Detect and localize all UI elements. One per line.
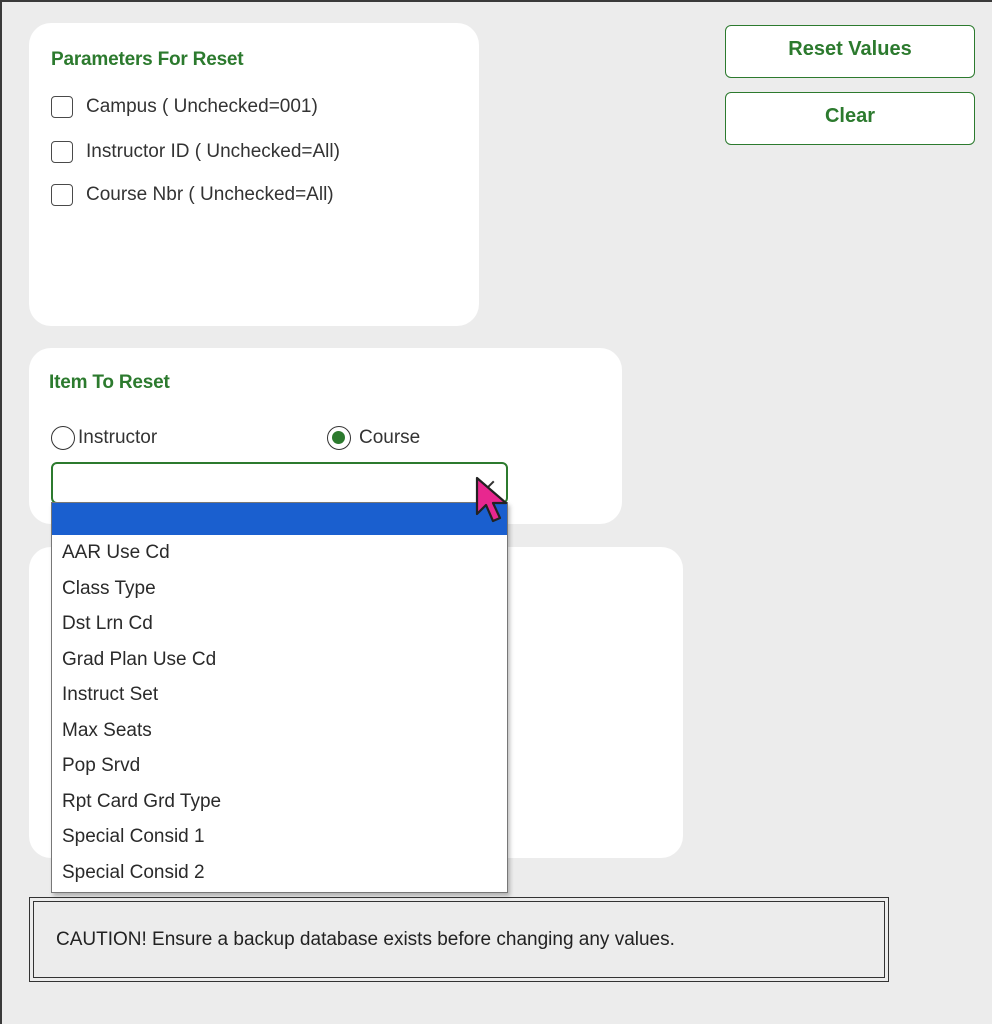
radio-instructor[interactable] [51, 426, 75, 450]
dropdown-option[interactable]: Special Consid 2 [52, 855, 507, 891]
parameters-panel: Parameters For Reset Campus ( Unchecked=… [29, 23, 479, 326]
dropdown-option[interactable]: Rpt Card Grd Type [52, 784, 507, 820]
course-nbr-label: Course Nbr ( Unchecked=All) [86, 184, 334, 205]
dropdown-option[interactable]: Special Consid 1 [52, 819, 507, 855]
dropdown-option[interactable]: Class Type [52, 571, 507, 607]
radio-course-option[interactable]: Course [327, 424, 420, 452]
radio-instructor-label: Instructor [78, 427, 158, 448]
instructor-id-option[interactable]: Instructor ID ( Unchecked=All) [51, 138, 340, 166]
app-frame: Parameters For Reset Campus ( Unchecked=… [0, 0, 992, 1024]
instructor-id-checkbox[interactable] [51, 141, 73, 163]
mouse-pointer-icon [475, 476, 508, 523]
radio-course-label: Course [359, 427, 421, 448]
clear-button[interactable]: Clear [725, 92, 975, 145]
item-to-reset-title: Item To Reset [49, 372, 170, 393]
dropdown-option[interactable]: Instruct Set [52, 677, 507, 713]
dropdown-option[interactable]: Max Seats [52, 713, 507, 749]
dropdown-blank-option[interactable] [52, 503, 507, 535]
reset-values-button[interactable]: Reset Values [725, 25, 975, 78]
item-select[interactable] [51, 462, 508, 504]
radio-instructor-option[interactable]: Instructor [51, 424, 157, 452]
radio-course[interactable] [327, 426, 351, 450]
campus-checkbox[interactable] [51, 96, 73, 118]
dropdown-option[interactable]: Grad Plan Use Cd [52, 642, 507, 678]
parameters-title: Parameters For Reset [51, 49, 244, 70]
caution-text: CAUTION! Ensure a backup database exists… [33, 901, 885, 978]
course-nbr-option[interactable]: Course Nbr ( Unchecked=All) [51, 181, 334, 209]
campus-option[interactable]: Campus ( Unchecked=001) [51, 93, 318, 121]
instructor-id-label: Instructor ID ( Unchecked=All) [86, 141, 340, 162]
dropdown-option[interactable]: Pop Srvd [52, 748, 507, 784]
dropdown-option[interactable]: Dst Lrn Cd [52, 606, 507, 642]
caution-box: CAUTION! Ensure a backup database exists… [29, 897, 889, 982]
item-dropdown-list: AAR Use Cd Class Type Dst Lrn Cd Grad Pl… [51, 502, 508, 893]
campus-label: Campus ( Unchecked=001) [86, 96, 318, 117]
course-nbr-checkbox[interactable] [51, 184, 73, 206]
dropdown-option[interactable]: AAR Use Cd [52, 535, 507, 571]
